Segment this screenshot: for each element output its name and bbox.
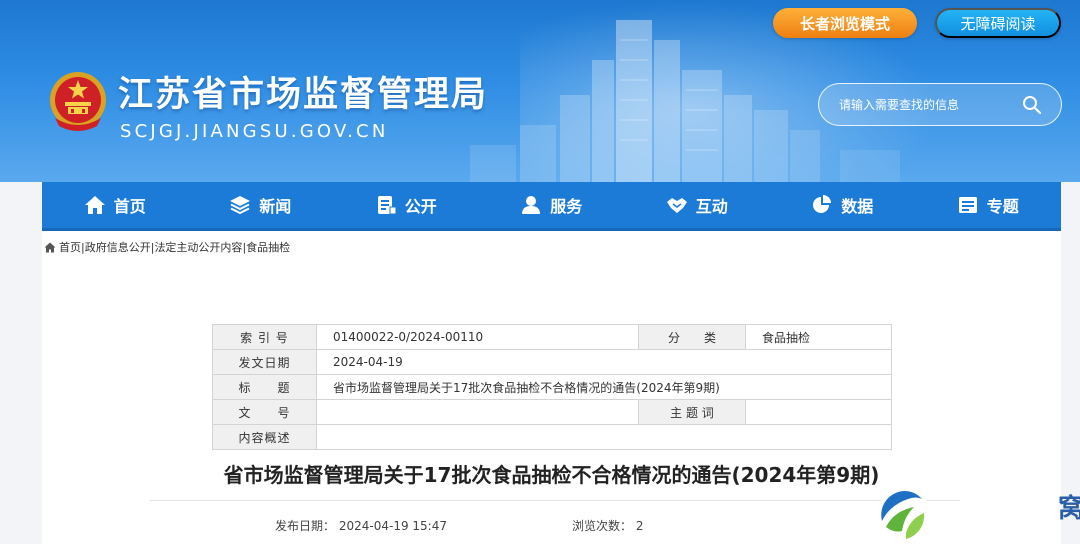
breadcrumb-statutory[interactable]: 法定主动公开内容 — [154, 239, 242, 255]
doc-no-label: 文 号 — [212, 399, 317, 425]
publish-date: 发布日期： 2024-04-19 15:47 — [275, 517, 447, 534]
nav-item-label: 首页 — [113, 197, 146, 216]
nav-item-open[interactable]: 公开 — [333, 182, 479, 228]
category-label: 分 类 — [638, 324, 746, 350]
nav-item-news[interactable]: 新闻 — [188, 182, 334, 228]
article-title: 省市场监督管理局关于17批次食品抽检不合格情况的通告(2024年第9期) — [223, 463, 880, 487]
date-label: 发文日期 — [212, 349, 317, 375]
summary-value — [316, 424, 892, 450]
publish-value: 2024-04-19 15:47 — [338, 519, 447, 533]
views-label: 浏览次数： — [572, 519, 633, 533]
nav-item-service[interactable]: 服务 — [479, 182, 625, 228]
view-count: 浏览次数： 2 — [572, 517, 643, 534]
elder-mode-button[interactable]: 长者浏览模式 — [773, 8, 917, 38]
doc-no-value — [316, 399, 639, 425]
nav-item-label: 专题 — [986, 197, 1019, 216]
breadcrumb-home[interactable]: 首页 — [59, 239, 81, 255]
handshake-icon — [666, 198, 687, 213]
table-row: 索 引 号 01400022-0/2024-00110 分 类 食品抽检 — [212, 324, 892, 350]
site-title: 江苏省市场监督管理局 — [118, 75, 489, 115]
site-header: 江苏省市场监督管理局 SCJGJ.JIANGSU.GOV.CN 长者浏览模式 无… — [0, 0, 1080, 182]
nav-item-label: 数据 — [841, 197, 874, 216]
floating-leaf-logo-icon[interactable] — [876, 487, 932, 543]
board-icon — [958, 197, 977, 213]
nav-item-interact[interactable]: 互动 — [624, 182, 770, 228]
subject-label: 主 题 词 — [638, 399, 746, 425]
nav-item-label: 服务 — [550, 197, 583, 216]
summary-label: 内容概述 — [212, 424, 317, 450]
home-icon — [84, 196, 105, 214]
index-label: 索 引 号 — [212, 324, 317, 350]
index-value: 01400022-0/2024-00110 — [316, 324, 639, 350]
search-icon[interactable] — [1022, 95, 1042, 115]
nav-item-topics[interactable]: 专题 — [915, 182, 1061, 228]
national-emblem-logo — [50, 72, 106, 131]
nav-item-label: 新闻 — [259, 197, 292, 216]
breadcrumb: 首页 | 政府信息公开 | 法定主动公开内容 | 食品抽检 — [44, 239, 290, 255]
table-row: 标 题 省市场监督管理局关于17批次食品抽检不合格情况的通告(2024年第9期) — [212, 374, 892, 400]
nav-item-data[interactable]: 数据 — [770, 182, 916, 228]
nav-item-home[interactable]: 首页 — [42, 182, 188, 228]
pie-chart-icon — [813, 195, 832, 213]
title-divider — [150, 500, 960, 501]
title-label: 标 题 — [212, 374, 317, 400]
breadcrumb-home-icon — [44, 242, 56, 252]
category-value: 食品抽检 — [745, 324, 892, 350]
publish-label: 发布日期： — [275, 519, 336, 533]
views-value: 2 — [635, 519, 644, 533]
edge-watermark-char: 窝 — [1058, 494, 1080, 524]
main-nav: 首页 新闻 公开 服务 互动 数据 专题 — [42, 182, 1061, 231]
subject-value — [745, 399, 892, 425]
nav-item-label: 公开 — [404, 197, 437, 216]
site-domain: SCJGJ.JIANGSU.GOV.CN — [120, 121, 389, 142]
layers-icon — [230, 196, 251, 215]
accessibility-reading-button[interactable]: 无障碍阅读 — [935, 8, 1061, 38]
date-value: 2024-04-19 — [316, 349, 892, 375]
document-icon — [377, 196, 397, 215]
table-row: 内容概述 — [212, 424, 892, 450]
table-row: 发文日期 2024-04-19 — [212, 349, 892, 375]
table-row: 文 号 主 题 词 — [212, 399, 892, 425]
nav-item-label: 互动 — [695, 197, 728, 216]
title-value: 省市场监督管理局关于17批次食品抽检不合格情况的通告(2024年第9期) — [316, 374, 892, 400]
breadcrumb-gov-info[interactable]: 政府信息公开 — [85, 239, 151, 255]
breadcrumb-food-inspection[interactable]: 食品抽检 — [246, 239, 290, 255]
search-input[interactable] — [839, 94, 1019, 116]
document-meta-table: 索 引 号 01400022-0/2024-00110 分 类 食品抽检 发文日… — [212, 324, 892, 450]
user-icon — [522, 196, 541, 214]
